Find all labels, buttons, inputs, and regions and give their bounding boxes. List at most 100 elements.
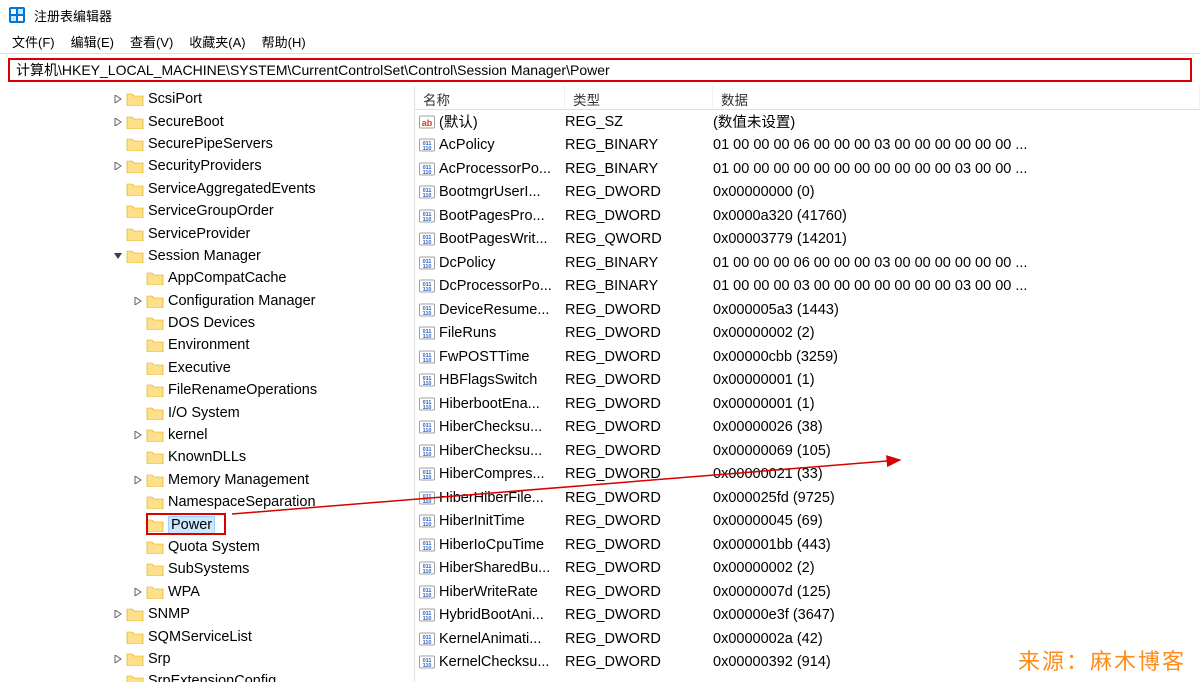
folder-icon xyxy=(126,249,144,263)
expand-toggle[interactable] xyxy=(110,114,126,130)
svg-text:110: 110 xyxy=(423,569,432,575)
tree-item-label: Power xyxy=(168,516,215,534)
svg-text:ab: ab xyxy=(422,118,433,128)
address-bar[interactable]: 计算机\HKEY_LOCAL_MACHINE\SYSTEM\CurrentCon… xyxy=(8,58,1192,82)
tree-item-filerenameoperations[interactable]: FileRenameOperations xyxy=(0,379,414,401)
regedit-icon xyxy=(8,6,26,24)
tree-item-srpextensionconfig[interactable]: SrpExtensionConfig xyxy=(0,670,414,682)
value-name: (默认) xyxy=(439,111,478,132)
tree-item-serviceaggregatedevents[interactable]: ServiceAggregatedEvents xyxy=(0,178,414,200)
menu-favorites[interactable]: 收藏夹(A) xyxy=(181,30,253,53)
expand-toggle[interactable] xyxy=(130,584,146,600)
svg-text:110: 110 xyxy=(423,311,432,317)
tree-item-environment[interactable]: Environment xyxy=(0,334,414,356)
tree-item-snmp[interactable]: SNMP xyxy=(0,603,414,625)
binary-value-icon: 011110 xyxy=(419,631,435,647)
list-row[interactable]: 011110DeviceResume...REG_DWORD0x000005a3… xyxy=(415,298,1200,322)
tree-item-memory-management[interactable]: Memory Management xyxy=(0,469,414,491)
expand-toggle[interactable] xyxy=(130,293,146,309)
menu-file[interactable]: 文件(F) xyxy=(4,30,63,53)
tree-item-srp[interactable]: Srp xyxy=(0,648,414,670)
value-type: REG_DWORD xyxy=(565,372,713,388)
list-row[interactable]: 011110HiberWriteRateREG_DWORD0x0000007d … xyxy=(415,580,1200,604)
list-row[interactable]: 011110FwPOSTTimeREG_DWORD0x00000cbb (325… xyxy=(415,345,1200,369)
tree-item-namespaceseparation[interactable]: NamespaceSeparation xyxy=(0,491,414,513)
expand-toggle[interactable] xyxy=(110,91,126,107)
list-row[interactable]: ab(默认)REG_SZ(数值未设置) xyxy=(415,110,1200,134)
list-row[interactable]: 011110HybridBootAni...REG_DWORD0x00000e3… xyxy=(415,604,1200,628)
binary-value-icon: 011110 xyxy=(419,137,435,153)
col-data[interactable]: 数据 xyxy=(713,86,1200,109)
list-row[interactable]: 011110HiberHiberFile...REG_DWORD0x000025… xyxy=(415,486,1200,510)
tree-item-power[interactable]: Power xyxy=(0,513,414,535)
tree-item-sqmservicelist[interactable]: SQMServiceList xyxy=(0,625,414,647)
value-name: DeviceResume... xyxy=(439,302,549,318)
list-row[interactable]: 011110HiberChecksu...REG_DWORD0x00000069… xyxy=(415,439,1200,463)
value-name: BootPagesWrit... xyxy=(439,231,548,247)
tree-item-securepipeservers[interactable]: SecurePipeServers xyxy=(0,133,414,155)
tree-item-quota-system[interactable]: Quota System xyxy=(0,536,414,558)
tree-item-configuration-manager[interactable]: Configuration Manager xyxy=(0,290,414,312)
expand-toggle[interactable] xyxy=(110,651,126,667)
list-row[interactable]: 011110BootPagesWrit...REG_QWORD0x0000377… xyxy=(415,228,1200,252)
tree-item-secureboot[interactable]: SecureBoot xyxy=(0,110,414,132)
tree-item-executive[interactable]: Executive xyxy=(0,357,414,379)
expand-toggle[interactable] xyxy=(110,158,126,174)
tree-item-label: ServiceGroupOrder xyxy=(148,203,274,219)
address-text: 计算机\HKEY_LOCAL_MACHINE\SYSTEM\CurrentCon… xyxy=(16,60,610,80)
folder-icon xyxy=(146,473,164,487)
tree-item-session-manager[interactable]: Session Manager xyxy=(0,245,414,267)
tree-item-kernel[interactable]: kernel xyxy=(0,424,414,446)
menu-view[interactable]: 查看(V) xyxy=(122,30,181,53)
expand-toggle xyxy=(110,136,126,152)
expand-toggle[interactable] xyxy=(130,472,146,488)
tree-item-wpa[interactable]: WPA xyxy=(0,581,414,603)
tree-item-appcompatcache[interactable]: AppCompatCache xyxy=(0,267,414,289)
tree-item-i-o-system[interactable]: I/O System xyxy=(0,401,414,423)
list-row[interactable]: 011110HiberbootEna...REG_DWORD0x00000001… xyxy=(415,392,1200,416)
value-type: REG_DWORD xyxy=(565,302,713,318)
tree-item-securityproviders[interactable]: SecurityProviders xyxy=(0,155,414,177)
expand-toggle[interactable] xyxy=(110,248,126,264)
value-type: REG_BINARY xyxy=(565,255,713,271)
menu-help[interactable]: 帮助(H) xyxy=(254,30,314,53)
watermark: 来源：麻木博客 xyxy=(1018,644,1186,676)
tree-item-scsiport[interactable]: ScsiPort xyxy=(0,88,414,110)
tree-item-serviceprovider[interactable]: ServiceProvider xyxy=(0,222,414,244)
list-row[interactable]: 011110DcPolicyREG_BINARY01 00 00 00 06 0… xyxy=(415,251,1200,275)
list-row[interactable]: 011110HiberInitTimeREG_DWORD0x00000045 (… xyxy=(415,510,1200,534)
tree-panel[interactable]: ScsiPortSecureBootSecurePipeServersSecur… xyxy=(0,86,415,682)
value-type: REG_DWORD xyxy=(565,631,713,647)
value-name: HybridBootAni... xyxy=(439,607,544,623)
list-row[interactable]: 011110HiberCompres...REG_DWORD0x00000021… xyxy=(415,463,1200,487)
tree-item-knowndlls[interactable]: KnownDLLs xyxy=(0,446,414,468)
menu-edit[interactable]: 编辑(E) xyxy=(63,30,122,53)
col-name[interactable]: 名称 xyxy=(415,86,565,109)
list-row[interactable]: 011110HiberSharedBu...REG_DWORD0x0000000… xyxy=(415,557,1200,581)
list-row[interactable]: 011110BootPagesPro...REG_DWORD0x0000a320… xyxy=(415,204,1200,228)
list-row[interactable]: 011110HiberChecksu...REG_DWORD0x00000026… xyxy=(415,416,1200,440)
value-data: 0x000005a3 (1443) xyxy=(713,302,1200,318)
tree-item-subsystems[interactable]: SubSystems xyxy=(0,558,414,580)
list-row[interactable]: 011110AcProcessorPo...REG_BINARY01 00 00… xyxy=(415,157,1200,181)
list-row[interactable]: 011110HBFlagsSwitchREG_DWORD0x00000001 (… xyxy=(415,369,1200,393)
menu-bar: 文件(F) 编辑(E) 查看(V) 收藏夹(A) 帮助(H) xyxy=(0,30,1200,54)
list-row[interactable]: 011110FileRunsREG_DWORD0x00000002 (2) xyxy=(415,322,1200,346)
binary-value-icon: 011110 xyxy=(419,372,435,388)
svg-text:110: 110 xyxy=(423,663,432,669)
value-type: REG_BINARY xyxy=(565,137,713,153)
tree-item-label: Executive xyxy=(168,360,231,376)
value-type: REG_BINARY xyxy=(565,278,713,294)
list-row[interactable]: 011110AcPolicyREG_BINARY01 00 00 00 06 0… xyxy=(415,134,1200,158)
list-row[interactable]: 011110DcProcessorPo...REG_BINARY01 00 00… xyxy=(415,275,1200,299)
expand-toggle[interactable] xyxy=(110,606,126,622)
svg-text:110: 110 xyxy=(423,381,432,387)
col-type[interactable]: 类型 xyxy=(565,86,713,109)
tree-item-dos-devices[interactable]: DOS Devices xyxy=(0,312,414,334)
tree-item-servicegrouporder[interactable]: ServiceGroupOrder xyxy=(0,200,414,222)
value-data: 0x00000045 (69) xyxy=(713,513,1200,529)
value-type: REG_DWORD xyxy=(565,466,713,482)
list-row[interactable]: 011110HiberIoCpuTimeREG_DWORD0x000001bb … xyxy=(415,533,1200,557)
list-row[interactable]: 011110BootmgrUserI...REG_DWORD0x00000000… xyxy=(415,181,1200,205)
expand-toggle[interactable] xyxy=(130,427,146,443)
